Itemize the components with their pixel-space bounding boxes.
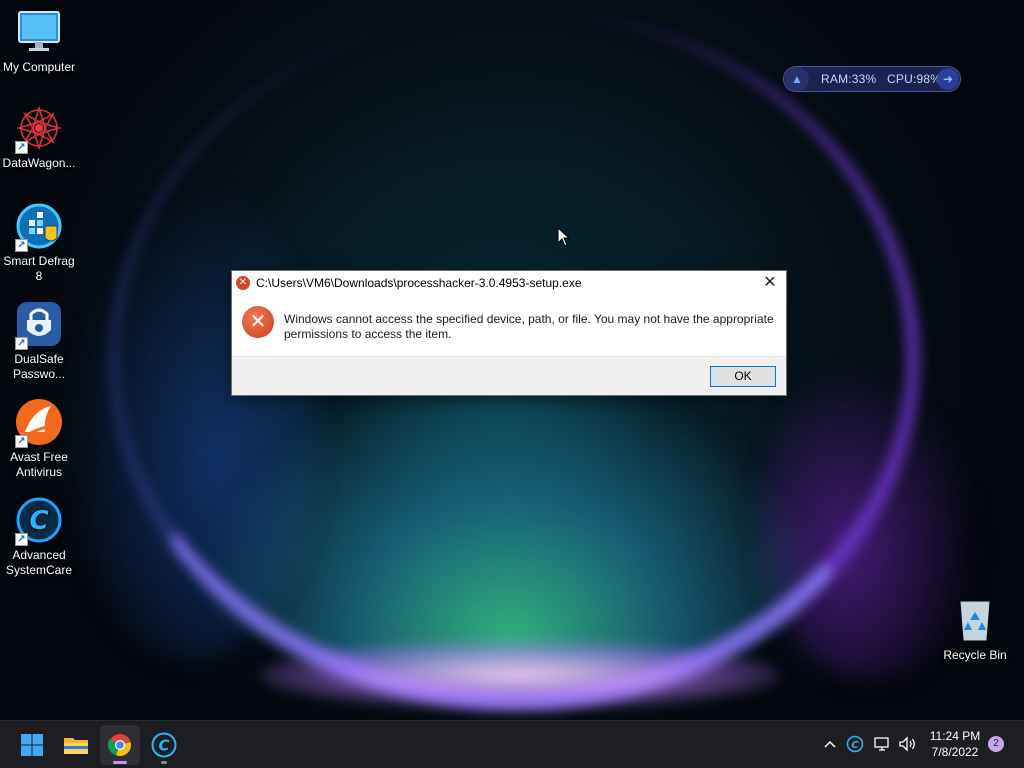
dualsafe-icon: ↗ bbox=[15, 300, 63, 350]
avast-icon: ↗ bbox=[15, 398, 63, 448]
desktop-icon-advanced-systemcare[interactable]: C ↗ Advanced SystemCare bbox=[0, 496, 78, 578]
folder-icon bbox=[64, 738, 88, 754]
cpu-usage: CPU:98% bbox=[887, 72, 942, 86]
shortcut-arrow-icon: ↗ bbox=[15, 533, 28, 546]
volume-button[interactable] bbox=[898, 734, 918, 754]
active-app-indicator bbox=[113, 761, 127, 764]
dialog-content: ✕ Windows cannot access the specified de… bbox=[232, 295, 786, 356]
desktop-icon-smart-defrag[interactable]: ↗ Smart Defrag 8 bbox=[0, 202, 78, 284]
clock-time: 11:24 PM bbox=[929, 729, 981, 743]
notification-badge[interactable]: 2 bbox=[988, 736, 1004, 752]
dialog-titlebar[interactable]: ✕ C:\Users\VM6\Downloads\processhacker-3… bbox=[232, 271, 786, 295]
chrome-icon bbox=[108, 734, 131, 757]
rocket-icon[interactable]: ▲ bbox=[785, 67, 809, 91]
desktop-icon-label: DataWagon... bbox=[2, 156, 76, 170]
network-button[interactable] bbox=[873, 734, 891, 754]
desktop-icon-label: Avast Free Antivirus bbox=[10, 450, 68, 479]
desktop-icon-my-computer[interactable]: My Computer bbox=[0, 8, 78, 75]
desktop-icon-label: Advanced SystemCare bbox=[5, 548, 73, 577]
taskbar-advanced-systemcare[interactable]: C bbox=[144, 725, 184, 765]
arrow-right-icon[interactable]: ➜ bbox=[937, 68, 959, 90]
svg-text:C: C bbox=[158, 737, 169, 755]
smart-defrag-icon: ↗ bbox=[15, 202, 63, 252]
desktop-icon-label: DualSafe Passwo... bbox=[12, 352, 66, 381]
tray-advanced-systemcare[interactable]: C bbox=[846, 734, 864, 754]
taskbar-file-explorer[interactable] bbox=[56, 725, 96, 765]
taskbar-chrome[interactable] bbox=[100, 725, 140, 765]
show-hidden-icons-button[interactable] bbox=[823, 734, 837, 754]
shortcut-arrow-icon: ↗ bbox=[15, 337, 28, 350]
ok-button[interactable]: OK bbox=[710, 366, 776, 387]
close-button[interactable]: ✕ bbox=[762, 272, 778, 294]
shortcut-arrow-icon: ↗ bbox=[15, 141, 28, 154]
svg-text:C: C bbox=[29, 506, 48, 536]
error-icon: ✕ bbox=[236, 276, 250, 290]
recycle-bin-icon bbox=[951, 596, 999, 644]
advanced-systemcare-icon: C bbox=[846, 735, 864, 753]
mouse-cursor-icon bbox=[557, 227, 571, 247]
advanced-systemcare-icon: C bbox=[151, 732, 177, 758]
dialog-footer: OK bbox=[232, 356, 786, 395]
ram-usage: RAM:33% bbox=[821, 72, 877, 86]
chevron-up-icon bbox=[824, 740, 836, 748]
monitor-icon bbox=[15, 8, 63, 56]
network-icon bbox=[874, 737, 889, 751]
taskbar: C bbox=[0, 720, 1024, 768]
desktop-icon-label: Recycle Bin bbox=[943, 648, 1007, 662]
dialog-title: C:\Users\VM6\Downloads\processhacker-3.0… bbox=[256, 276, 582, 290]
desktop-icon-avast[interactable]: ↗ Avast Free Antivirus bbox=[0, 398, 78, 480]
start-button[interactable] bbox=[12, 725, 52, 765]
error-icon: ✕ bbox=[242, 306, 274, 338]
clock-date: 7/8/2022 bbox=[931, 745, 979, 759]
running-app-indicator bbox=[161, 761, 167, 764]
desktop-icon-label: My Computer bbox=[2, 60, 76, 74]
windows-logo-icon bbox=[21, 734, 43, 756]
desktop-icon-recycle-bin[interactable]: Recycle Bin bbox=[936, 596, 1014, 663]
desktop-icon-label: Smart Defrag 8 bbox=[3, 254, 75, 283]
datawagon-icon: ↗ bbox=[15, 104, 63, 154]
error-message: Windows cannot access the specified devi… bbox=[284, 312, 774, 341]
desktop-icon-datawagon[interactable]: ↗ DataWagon... bbox=[0, 104, 78, 171]
performance-monitor-widget[interactable]: ▲ RAM:33% CPU:98% ➜ bbox=[783, 66, 961, 92]
shortcut-arrow-icon: ↗ bbox=[15, 435, 28, 448]
advanced-systemcare-icon: C ↗ bbox=[15, 496, 63, 546]
svg-text:C: C bbox=[851, 740, 859, 751]
speaker-icon bbox=[899, 736, 915, 752]
shortcut-arrow-icon: ↗ bbox=[15, 239, 28, 252]
error-dialog: ✕ C:\Users\VM6\Downloads\processhacker-3… bbox=[231, 270, 787, 396]
taskbar-clock[interactable]: 11:24 PM 7/8/2022 bbox=[920, 728, 990, 760]
desktop-icon-dualsafe[interactable]: ↗ DualSafe Passwo... bbox=[0, 300, 78, 382]
